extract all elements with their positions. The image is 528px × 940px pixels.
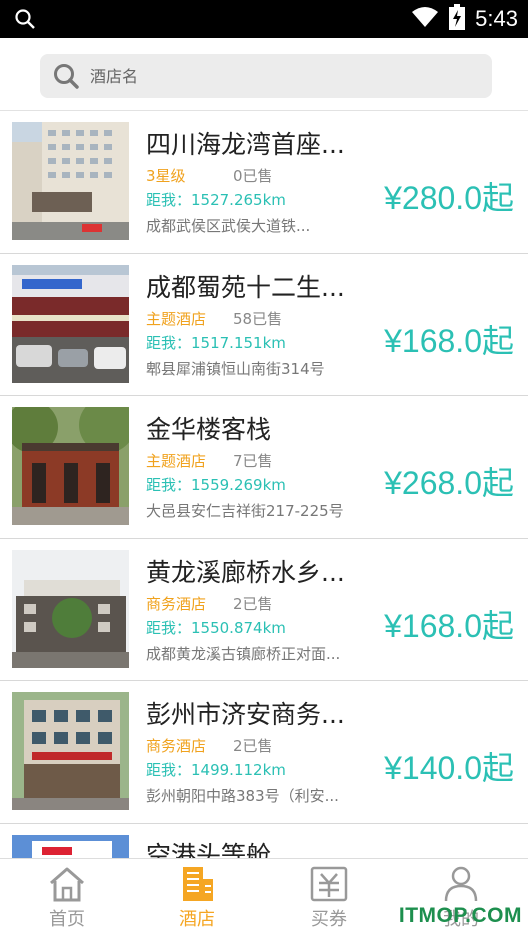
hotel-name: 四川海龙湾首座... bbox=[146, 130, 345, 159]
hotel-sold-count: 2已售 bbox=[233, 737, 273, 755]
hotel-sold-count: 58已售 bbox=[233, 309, 283, 328]
hotel-name: 空港头等舱 bbox=[146, 840, 272, 859]
hotel-list-item[interactable]: 黄龙溪廊桥水乡... 商务酒店 2已售 距我：1550.874km 成都黄龙溪古… bbox=[0, 538, 528, 681]
person-icon bbox=[406, 865, 516, 903]
hotel-list[interactable]: 四川海龙湾首座... 3星级 0已售 距我：1527.265km 成都武侯区武侯… bbox=[0, 110, 528, 858]
search-input[interactable] bbox=[90, 54, 470, 98]
hotel-list-item[interactable]: 空港头等舱 bbox=[0, 823, 528, 859]
tab-home-label: 首页 bbox=[49, 909, 85, 930]
hotel-type: 3星级 bbox=[146, 167, 186, 185]
hotel-price: ¥140.0起 bbox=[384, 750, 514, 786]
hotel-sold-count: 7已售 bbox=[233, 452, 273, 470]
hotel-name: 彭州市济安商务... bbox=[146, 700, 345, 729]
hotel-type: 商务酒店 bbox=[146, 737, 207, 755]
hotel-price: ¥168.0起 bbox=[384, 607, 514, 644]
search-box[interactable] bbox=[40, 54, 492, 98]
hotel-name: 黄龙溪廊桥水乡... bbox=[146, 557, 345, 587]
watermark: ITMOP.COM bbox=[398, 904, 522, 927]
hotel-price: ¥268.0起 bbox=[384, 465, 514, 501]
hotel-photo bbox=[12, 122, 129, 240]
hotel-icon bbox=[142, 865, 252, 903]
tab-hotel-label: 酒店 bbox=[179, 909, 215, 930]
hotel-distance: 距我：1527.265km bbox=[146, 191, 286, 209]
hotel-list-item[interactable]: 金华楼客栈 主题酒店 7已售 距我：1559.269km 大邑县安仁吉祥街217… bbox=[0, 396, 528, 539]
hotel-photo bbox=[12, 692, 129, 810]
status-time: 5:43 bbox=[475, 6, 518, 31]
hotel-list-item[interactable]: 彭州市济安商务... 商务酒店 2已售 距我：1499.112km 彭州朝阳中路… bbox=[0, 681, 528, 824]
tab-home[interactable]: 首页 bbox=[12, 865, 122, 939]
hotel-photo bbox=[12, 549, 129, 668]
hotel-sold-count: 0已售 bbox=[233, 167, 273, 185]
wifi-icon bbox=[411, 6, 439, 32]
hotel-type: 主题酒店 bbox=[146, 309, 207, 328]
tab-coupon-label: 买券 bbox=[311, 909, 347, 930]
hotel-type: 商务酒店 bbox=[146, 594, 207, 613]
hotel-price: ¥168.0起 bbox=[384, 322, 514, 359]
hotel-address: 大邑县安仁吉祥街217-225号 bbox=[146, 502, 344, 520]
hotel-name: 金华楼客栈 bbox=[146, 415, 272, 444]
hotel-distance: 距我：1517.151km bbox=[146, 333, 286, 352]
hotel-list-item[interactable]: 成都蜀苑十二生... 主题酒店 58已售 距我：1517.151km 郫县犀浦镇… bbox=[0, 253, 528, 396]
hotel-address: 成都武侯区武侯大道铁... bbox=[146, 217, 311, 235]
hotel-type: 主题酒店 bbox=[146, 452, 207, 470]
search-area bbox=[0, 38, 528, 112]
search-icon bbox=[52, 62, 80, 94]
hotel-sold-count: 2已售 bbox=[233, 594, 273, 613]
coupon-icon bbox=[274, 865, 384, 903]
hotel-distance: 距我：1559.269km bbox=[146, 476, 286, 494]
battery-icon bbox=[449, 4, 466, 34]
home-icon bbox=[12, 865, 122, 903]
hotel-address: 成都黄龙溪古镇廊桥正对面... bbox=[146, 644, 341, 663]
hotel-distance: 距我：1550.874km bbox=[146, 618, 286, 637]
hotel-address: 彭州朝阳中路383号（利安... bbox=[146, 787, 339, 805]
hotel-price: ¥280.0起 bbox=[384, 180, 514, 216]
hotel-photo bbox=[12, 407, 129, 525]
hotel-distance: 距我：1499.112km bbox=[146, 761, 286, 779]
hotel-address: 郫县犀浦镇恒山南街314号 bbox=[146, 359, 325, 378]
hotel-list-item[interactable]: 四川海龙湾首座... 3星级 0已售 距我：1527.265km 成都武侯区武侯… bbox=[0, 111, 528, 254]
status-bar: 5:43 bbox=[0, 0, 528, 38]
tab-coupon[interactable]: 买券 bbox=[274, 865, 384, 939]
hotel-name: 成都蜀苑十二生... bbox=[146, 272, 345, 302]
search-icon bbox=[14, 8, 36, 34]
hotel-photo bbox=[12, 264, 129, 383]
tab-hotel[interactable]: 酒店 bbox=[142, 865, 252, 939]
hotel-photo bbox=[12, 834, 129, 858]
